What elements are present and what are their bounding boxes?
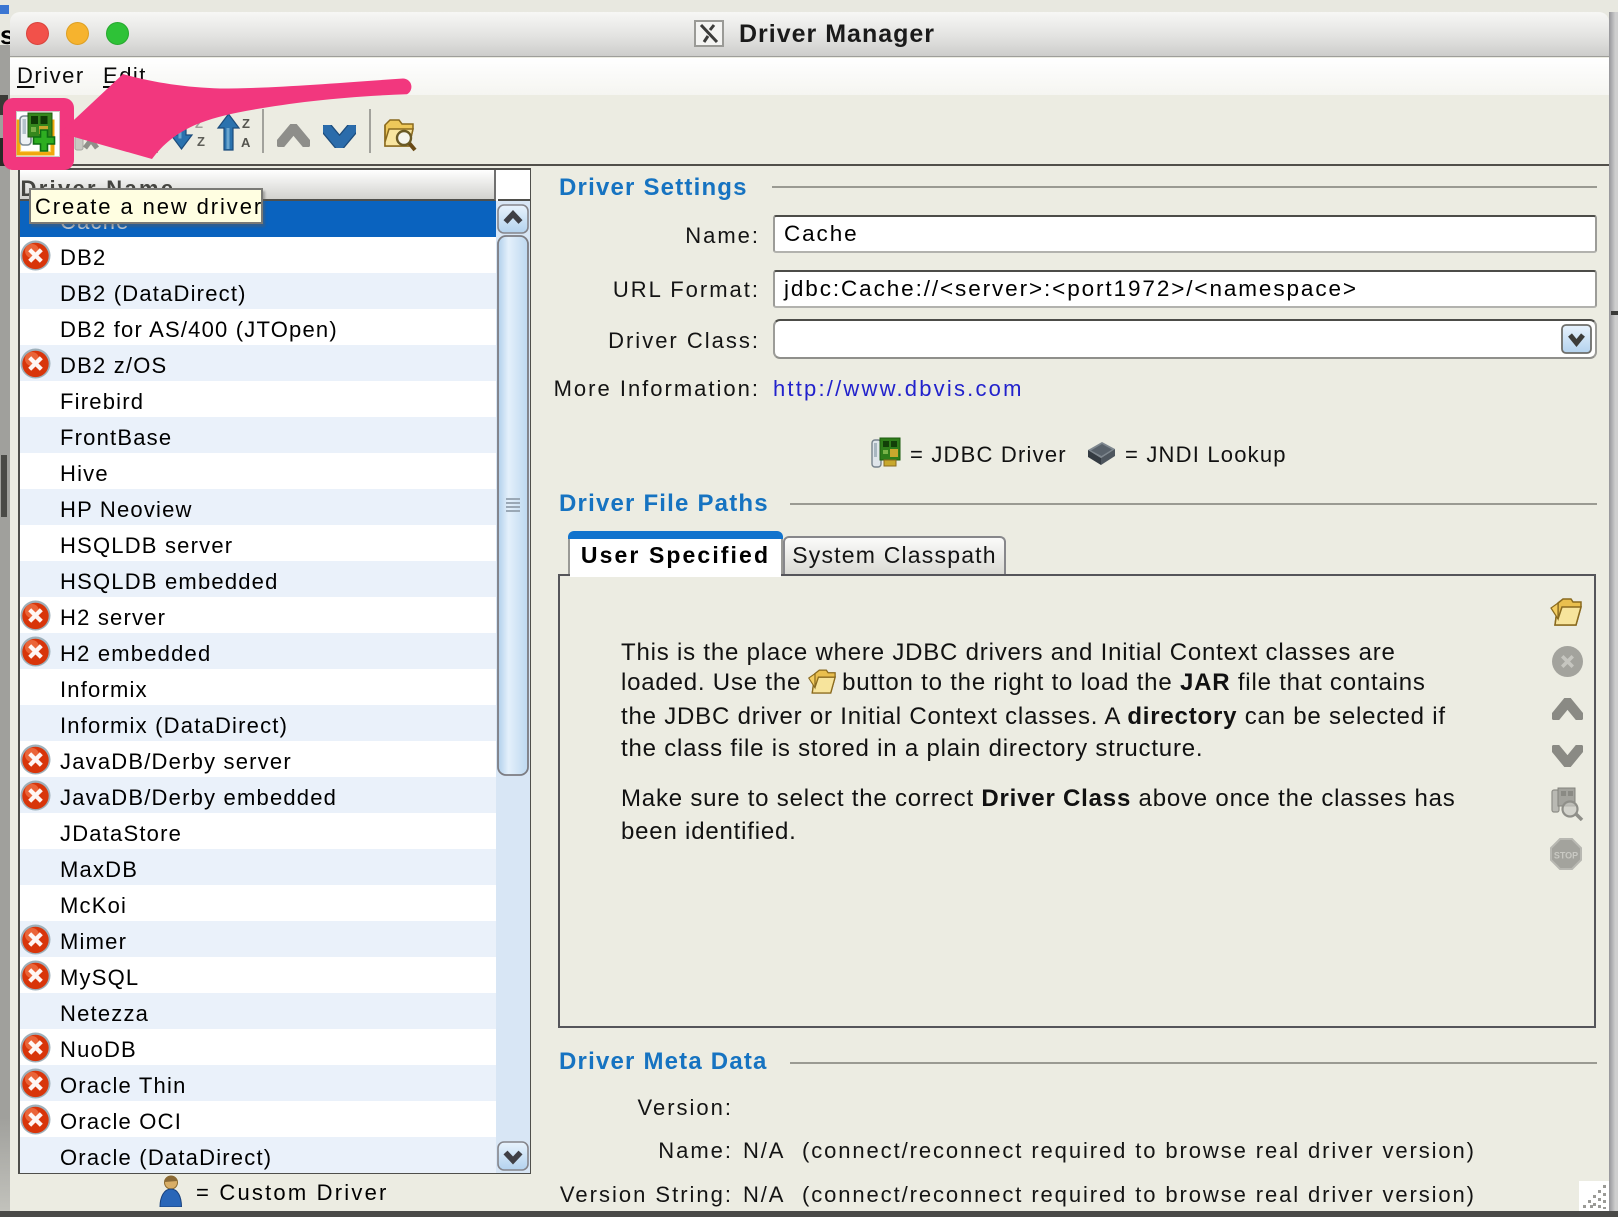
- svg-text:STOP: STOP: [1554, 851, 1578, 861]
